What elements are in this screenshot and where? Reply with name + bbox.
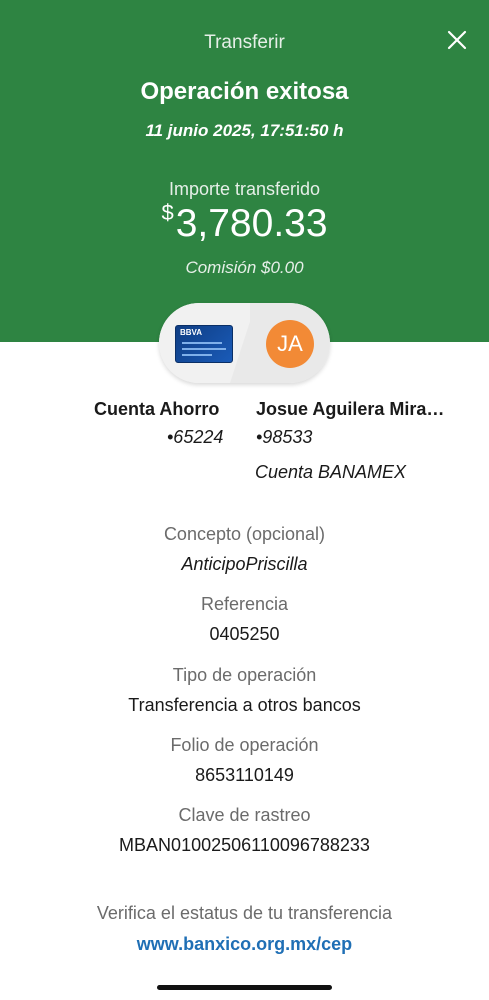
detail-label: Clave de rastreo bbox=[178, 805, 311, 825]
operation-datetime: 11 junio 2025, 17:51:50 h bbox=[145, 121, 344, 140]
recipient-account-number: •98533 bbox=[256, 427, 313, 447]
detail-label: Tipo de operación bbox=[172, 665, 317, 685]
detail-value: MBAN01002506110096788233 bbox=[119, 835, 370, 855]
detail-concept: Concepto (opcional) AnticipoPriscilla bbox=[0, 524, 489, 575]
detail-value: 8653110149 bbox=[195, 765, 294, 785]
origin-account-name: Cuenta Ahorro bbox=[94, 399, 220, 419]
card-brand: BBVA bbox=[180, 328, 203, 337]
detail-value: Transferencia a otros bancos bbox=[128, 695, 361, 715]
amount-label: Importe transferido bbox=[168, 179, 321, 199]
recipient-avatar: JA bbox=[266, 320, 314, 368]
detail-label: Referencia bbox=[200, 594, 289, 614]
origin-account-number: •65224 bbox=[167, 427, 224, 447]
transferred-amount: $3,780.33 bbox=[0, 200, 489, 246]
detail-label: Folio de operación bbox=[170, 735, 319, 755]
screen-title: Transferir bbox=[204, 32, 285, 53]
verify-status-text: Verifica el estatus de tu transferencia bbox=[96, 903, 393, 923]
detail-reference: Referencia 0405250 bbox=[0, 594, 489, 645]
home-indicator bbox=[157, 985, 332, 990]
currency-symbol: $ bbox=[161, 200, 174, 225]
transfer-parties-pill: BBVA JA bbox=[159, 303, 330, 383]
operation-status: Operación exitosa bbox=[140, 78, 349, 105]
recipient-bank: Cuenta BANAMEX bbox=[255, 462, 407, 482]
detail-label: Concepto (opcional) bbox=[163, 524, 326, 544]
detail-folio: Folio de operación 8653110149 bbox=[0, 735, 489, 786]
bank-card-icon: BBVA bbox=[175, 325, 233, 363]
recipient-name: Josue Aguilera Mira… bbox=[256, 399, 445, 419]
fee-text: Comisión $0.00 bbox=[185, 258, 304, 277]
detail-tracking-key: Clave de rastreo MBAN0100250611009678823… bbox=[0, 805, 489, 856]
detail-value: AnticipoPriscilla bbox=[181, 554, 308, 574]
detail-value: 0405250 bbox=[209, 624, 280, 644]
banxico-cep-link[interactable]: www.banxico.org.mx/cep bbox=[0, 934, 489, 955]
detail-operation-type: Tipo de operación Transferencia a otros … bbox=[0, 665, 489, 716]
success-header: Transferir Operación exitosa 11 junio 20… bbox=[0, 0, 489, 342]
close-icon[interactable] bbox=[445, 28, 469, 52]
amount-value: 3,780.33 bbox=[175, 202, 328, 245]
